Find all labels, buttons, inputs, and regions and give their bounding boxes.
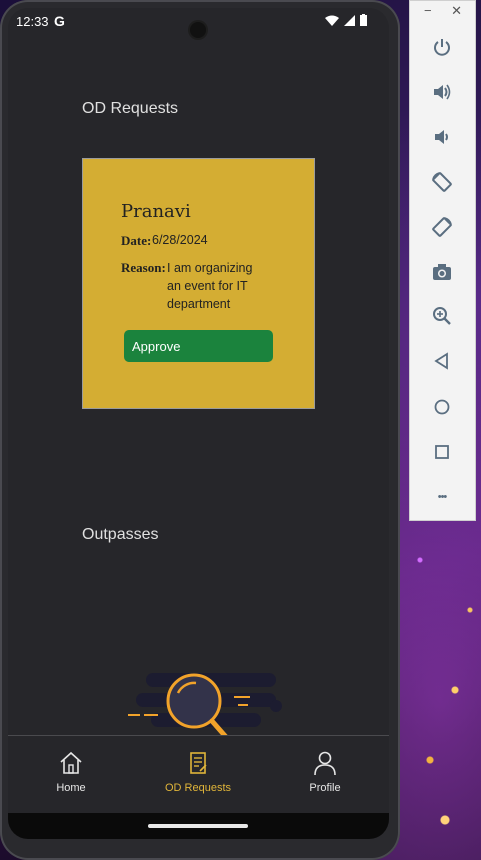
nav-od-requests[interactable]: OD Requests [143, 750, 253, 794]
status-time: 12:33 [16, 14, 49, 29]
rotate-right-icon [432, 217, 452, 237]
rotate-left-icon [432, 172, 452, 192]
nav-home-label: Home [56, 782, 86, 794]
camera-icon [433, 264, 451, 280]
power-button[interactable] [426, 31, 458, 63]
phone-frame: 12:33 G OD Requests Pranavi Date: 6/28/2… [0, 0, 400, 860]
zoom-icon [433, 307, 451, 325]
approve-button[interactable]: Approve [124, 330, 273, 362]
more-icon: ••• [437, 491, 448, 503]
emulator-toolbar: − ✕ ••• [409, 0, 476, 521]
signal-icon [344, 14, 355, 26]
date-value: 6/28/2024 [152, 233, 208, 247]
back-icon [434, 352, 448, 370]
home-circle-icon [434, 399, 450, 415]
close-button[interactable]: ✕ [451, 3, 462, 19]
power-icon [434, 39, 450, 56]
outpasses-title: Outpasses [82, 526, 159, 543]
overview-button[interactable] [426, 436, 458, 468]
status-icons [325, 14, 367, 26]
bottom-navigation: Home OD Requests Profile [8, 735, 389, 814]
screenshot-button[interactable] [426, 256, 458, 288]
minimize-button[interactable]: − [424, 3, 432, 18]
battery-icon [360, 14, 367, 26]
back-button[interactable] [426, 345, 458, 377]
gesture-area [8, 813, 389, 839]
home-button[interactable] [426, 391, 458, 423]
toolbar-window-controls: − ✕ [410, 3, 475, 21]
document-icon [190, 752, 207, 774]
rotate-right-button[interactable] [426, 211, 458, 243]
front-camera [190, 22, 206, 38]
overview-icon [435, 445, 449, 459]
reason-value: I am organizing an event for IT departme… [167, 261, 253, 311]
zoom-button[interactable] [426, 300, 458, 332]
nav-profile[interactable]: Profile [270, 750, 380, 794]
od-request-card: Pranavi Date: 6/28/2024 Reason: I am org… [82, 158, 315, 409]
date-label: Date: [121, 233, 152, 248]
nav-profile-label: Profile [309, 782, 341, 794]
phone-screen: 12:33 G OD Requests Pranavi Date: 6/28/2… [8, 8, 389, 839]
wifi-icon [325, 15, 339, 26]
volume-down-button[interactable] [426, 121, 458, 153]
nav-home[interactable]: Home [16, 750, 126, 794]
home-icon [60, 751, 82, 774]
more-button[interactable]: ••• [426, 481, 458, 513]
person-icon [314, 751, 336, 776]
home-gesture-bar[interactable] [148, 824, 248, 828]
reason-label: Reason: [121, 260, 166, 275]
student-name: Pranavi [121, 201, 191, 222]
od-requests-title: OD Requests [82, 100, 179, 117]
volume-up-icon [434, 84, 451, 100]
nav-od-requests-label: OD Requests [164, 782, 232, 794]
volume-down-icon [435, 130, 448, 144]
volume-up-button[interactable] [426, 76, 458, 108]
rotate-left-button[interactable] [426, 166, 458, 198]
google-icon: G [54, 13, 65, 29]
